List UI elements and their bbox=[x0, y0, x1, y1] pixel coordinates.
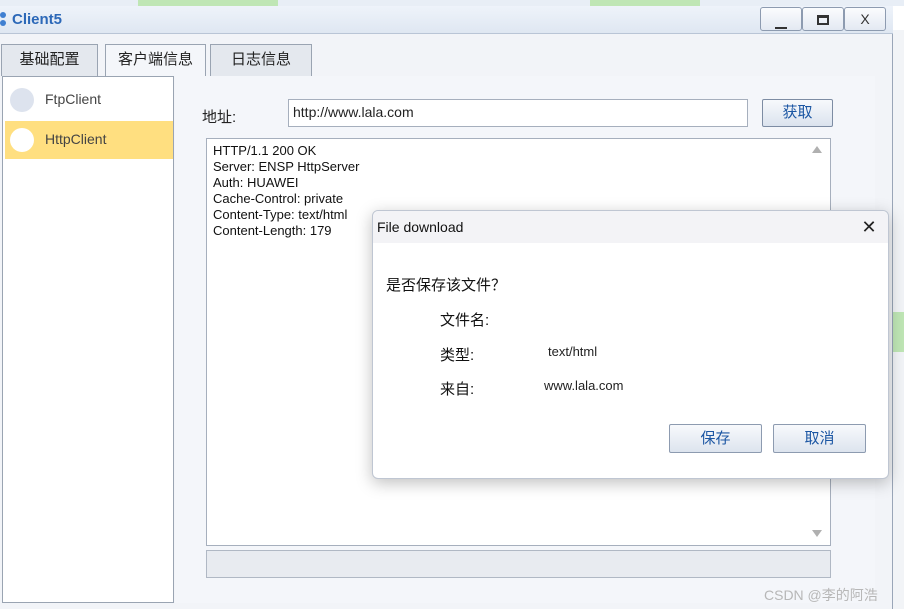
url-input[interactable]: http://www.lala.com bbox=[288, 99, 748, 127]
tab-log-info[interactable]: 日志信息 bbox=[210, 44, 312, 76]
list-item-ftpclient[interactable]: FtpClient bbox=[5, 81, 173, 119]
tab-basic-config[interactable]: 基础配置 bbox=[1, 44, 98, 76]
from-label: 来自: bbox=[440, 381, 475, 398]
response-line: Auth: HUAWEI bbox=[213, 175, 299, 190]
dialog-titlebar[interactable]: File download ✕ bbox=[373, 211, 888, 243]
fetch-button[interactable]: 获取 bbox=[762, 99, 833, 127]
response-line: Server: ENSP HttpServer bbox=[213, 159, 360, 174]
minimize-icon bbox=[775, 27, 787, 29]
status-bar bbox=[206, 550, 831, 578]
response-line: Cache-Control: private bbox=[213, 191, 344, 206]
close-icon[interactable]: ✕ bbox=[857, 217, 881, 239]
maximize-button[interactable] bbox=[802, 7, 844, 31]
client-icon bbox=[10, 88, 34, 112]
scroll-down-arrow-icon[interactable] bbox=[812, 530, 822, 537]
dialog-question: 是否保存该文件？ bbox=[386, 277, 507, 294]
maximize-icon bbox=[817, 15, 829, 25]
background-green-bar bbox=[893, 312, 904, 352]
response-line: HTTP/1.1 200 OK bbox=[213, 143, 317, 158]
file-download-dialog: File download ✕ 是否保存该文件？ 文件名: 类型: text/h… bbox=[372, 210, 889, 479]
close-button[interactable]: X bbox=[844, 7, 886, 31]
client-type-list: FtpClient HttpClient bbox=[2, 76, 174, 603]
minimize-button[interactable] bbox=[760, 7, 802, 31]
list-item-label: HttpClient bbox=[45, 131, 107, 147]
dialog-title: File download bbox=[377, 219, 464, 235]
client-icon bbox=[10, 128, 34, 152]
response-line: Content-Length: 179 bbox=[213, 223, 332, 238]
cancel-button[interactable]: 取消 bbox=[773, 424, 866, 453]
response-line: Content-Type: text/html bbox=[213, 207, 348, 222]
window-titlebar[interactable]: Client5 X bbox=[0, 6, 893, 34]
file-name-label: 文件名: bbox=[440, 312, 490, 329]
list-item-label: FtpClient bbox=[45, 91, 102, 107]
window-title: Client5 bbox=[12, 11, 63, 28]
scroll-up-arrow-icon[interactable] bbox=[812, 146, 822, 153]
save-button[interactable]: 保存 bbox=[669, 424, 762, 453]
from-value: www.lala.com bbox=[544, 378, 624, 393]
app-icon bbox=[0, 12, 8, 28]
tab-client-info[interactable]: 客户端信息 bbox=[105, 44, 206, 76]
list-item-httpclient[interactable]: HttpClient bbox=[5, 121, 173, 159]
type-value: text/html bbox=[548, 344, 598, 359]
address-label: 地址: bbox=[202, 109, 237, 126]
type-label: 类型: bbox=[440, 347, 475, 364]
watermark: CSDN @李的阿浩 bbox=[764, 587, 878, 603]
